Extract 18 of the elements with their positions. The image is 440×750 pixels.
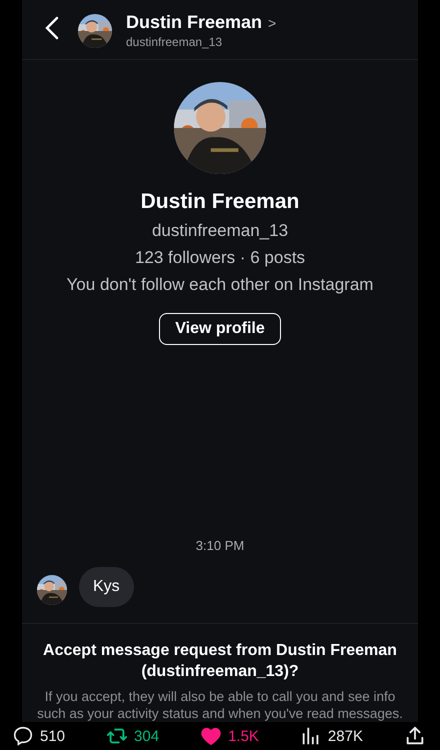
message-timestamp: 3:10 PM	[196, 538, 244, 553]
reply-icon[interactable]	[12, 725, 34, 747]
contact-username: dustinfreeman_13	[126, 35, 224, 49]
repost-count: 304	[134, 728, 160, 744]
contact-name[interactable]: Dustin Freeman	[126, 12, 262, 33]
views-count: 287K	[328, 728, 363, 744]
chevron-icon[interactable]: >	[268, 14, 276, 30]
request-description: If you accept, they will also be able to call you and see info such as your activity status and when you've read messages.	[36, 688, 404, 722]
heart-icon[interactable]	[200, 725, 222, 747]
profile-name: Dustin Freeman	[140, 190, 300, 214]
profile-stats: 123 followers · 6 posts	[134, 248, 306, 268]
message-bubble: Kys	[79, 567, 134, 607]
like-count: 1.5K	[228, 728, 259, 744]
view-profile-button[interactable]: View profile	[159, 313, 281, 345]
reply-count: 510	[40, 728, 66, 744]
follow-status: You don't follow each other on Instagram	[66, 275, 374, 295]
request-title: Accept message request from Dustin Freeman (dustinfreeman_13)?	[42, 641, 398, 682]
profile-username: dustinfreeman_13	[152, 221, 288, 241]
